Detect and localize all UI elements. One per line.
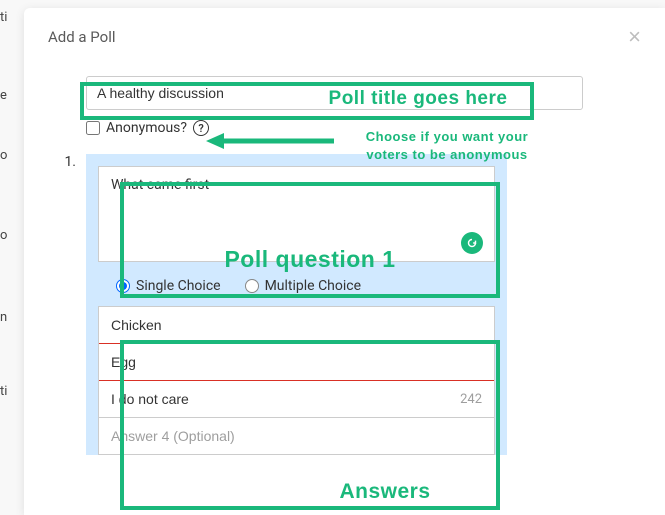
close-button[interactable]: × bbox=[628, 26, 641, 48]
background-text: n bbox=[0, 310, 7, 325]
modal-title: Add a Poll bbox=[48, 28, 116, 46]
answer-row: 242 bbox=[99, 381, 494, 418]
single-choice-option[interactable]: Single Choice bbox=[116, 278, 221, 294]
single-choice-label: Single Choice bbox=[136, 278, 221, 294]
question-text-input[interactable]: What came first bbox=[98, 166, 495, 262]
poll-title-row bbox=[86, 76, 583, 110]
choice-type-row: Single Choice Multiple Choice bbox=[98, 266, 495, 306]
anonymous-label: Anonymous? bbox=[106, 120, 187, 136]
answers-list: 242 bbox=[98, 306, 495, 455]
help-icon[interactable]: ? bbox=[193, 120, 209, 136]
background-text: ti bbox=[0, 10, 7, 25]
answer-input-placeholder[interactable] bbox=[111, 428, 482, 444]
char-count: 242 bbox=[452, 392, 482, 407]
background-text: o bbox=[0, 148, 7, 163]
grammarly-icon bbox=[461, 232, 483, 254]
answer-row bbox=[99, 418, 494, 454]
modal-header: Add a Poll × bbox=[48, 26, 641, 48]
question-text-wrap: What came first bbox=[98, 166, 495, 266]
radio-icon-checked bbox=[116, 279, 130, 293]
radio-icon bbox=[245, 279, 259, 293]
answer-input[interactable] bbox=[111, 391, 452, 407]
poll-title-input[interactable] bbox=[86, 76, 583, 110]
answer-input[interactable] bbox=[111, 317, 482, 333]
multiple-choice-label: Multiple Choice bbox=[265, 278, 361, 294]
background-text: e bbox=[0, 88, 7, 103]
question-wrap: 1. What came first Single Choice bbox=[48, 154, 641, 455]
answer-input[interactable] bbox=[111, 354, 482, 370]
question-card: What came first Single Choice Multiple C… bbox=[86, 154, 507, 455]
add-poll-modal: Add a Poll × Anonymous? ? 1. What came f… bbox=[24, 8, 665, 515]
answer-row bbox=[99, 344, 494, 381]
multiple-choice-option[interactable]: Multiple Choice bbox=[245, 278, 361, 294]
background-text: ti bbox=[0, 384, 7, 399]
background-text: o bbox=[0, 228, 7, 243]
anonymous-checkbox[interactable] bbox=[86, 121, 100, 135]
anonymous-row: Anonymous? ? bbox=[86, 120, 641, 136]
answer-row bbox=[99, 307, 494, 344]
question-number: 1. bbox=[48, 154, 86, 455]
